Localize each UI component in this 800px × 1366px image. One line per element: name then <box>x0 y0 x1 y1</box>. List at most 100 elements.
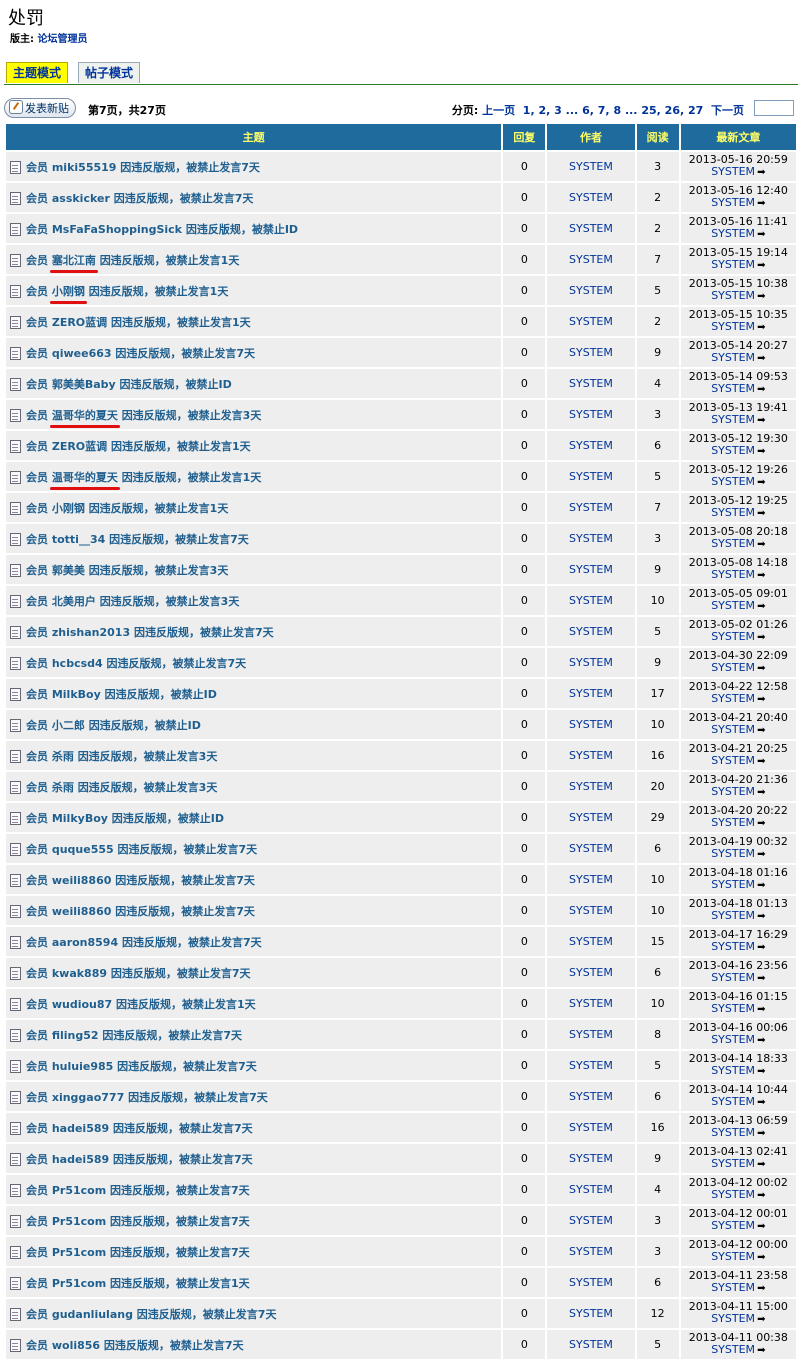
last-post-user[interactable]: SYSTEM <box>711 475 755 488</box>
page-link[interactable]: 6 <box>582 104 590 117</box>
topic-link[interactable]: 会员 Pr51com 因违反版规，被禁止发言7天 <box>26 1215 250 1228</box>
goto-last-post-icon[interactable]: ➡ <box>757 632 765 644</box>
topic-link[interactable]: 会员 Pr51com 因违反版规，被禁止发言1天 <box>26 1277 250 1290</box>
topic-link[interactable]: 会员 hadei589 因违反版规，被禁止发言7天 <box>26 1122 253 1135</box>
goto-last-post-icon[interactable]: ➡ <box>757 818 765 830</box>
goto-last-post-icon[interactable]: ➡ <box>757 663 765 675</box>
author-link[interactable]: SYSTEM <box>547 741 635 772</box>
topic-link[interactable]: 会员 MilkBoy 因违反版规，被禁止ID <box>26 688 217 701</box>
goto-last-post-icon[interactable]: ➡ <box>757 849 765 861</box>
new-post-button[interactable]: 发表新贴 <box>4 98 76 118</box>
last-post-user[interactable]: SYSTEM <box>711 1033 755 1046</box>
topic-link[interactable]: 会员 北美用户 因违反版规，被禁止发言3天 <box>26 595 239 608</box>
author-link[interactable]: SYSTEM <box>547 772 635 803</box>
author-link[interactable]: SYSTEM <box>547 1051 635 1082</box>
author-link[interactable]: SYSTEM <box>547 214 635 245</box>
goto-last-post-icon[interactable]: ➡ <box>757 911 765 923</box>
goto-last-post-icon[interactable]: ➡ <box>757 880 765 892</box>
topic-link[interactable]: 会员 温哥华的夏天 因违反版规，被禁止发言1天 <box>26 471 261 484</box>
topic-link[interactable]: 会员 woli856 因违反版规，被禁止发言7天 <box>26 1339 244 1352</box>
goto-last-post-icon[interactable]: ➡ <box>757 539 765 551</box>
author-link[interactable]: SYSTEM <box>547 679 635 710</box>
topic-link[interactable]: 会员 ZERO蓝调 因违反版规，被禁止发言1天 <box>26 316 251 329</box>
goto-last-post-icon[interactable]: ➡ <box>757 446 765 458</box>
author-link[interactable]: SYSTEM <box>547 276 635 307</box>
author-link[interactable]: SYSTEM <box>547 617 635 648</box>
last-post-user[interactable]: SYSTEM <box>711 1157 755 1170</box>
author-link[interactable]: SYSTEM <box>547 927 635 958</box>
goto-last-post-icon[interactable]: ➡ <box>757 260 765 272</box>
author-link[interactable]: SYSTEM <box>547 307 635 338</box>
last-post-user[interactable]: SYSTEM <box>711 971 755 984</box>
goto-last-post-icon[interactable]: ➡ <box>757 508 765 520</box>
tab-post-mode[interactable]: 帖子模式 <box>78 62 141 83</box>
topic-link[interactable]: 会员 Pr51com 因违反版规，被禁止发言7天 <box>26 1184 250 1197</box>
last-post-user[interactable]: SYSTEM <box>711 227 755 240</box>
goto-last-post-icon[interactable]: ➡ <box>757 756 765 768</box>
goto-last-post-icon[interactable]: ➡ <box>757 601 765 613</box>
last-post-user[interactable]: SYSTEM <box>711 382 755 395</box>
page-link[interactable]: 8 <box>613 104 621 117</box>
topic-link[interactable]: 会员 filing52 因违反版规，被禁止发言7天 <box>26 1029 242 1042</box>
next-page-link[interactable]: 下一页 <box>711 104 744 117</box>
goto-last-post-icon[interactable]: ➡ <box>757 1283 765 1295</box>
last-post-user[interactable]: SYSTEM <box>711 1219 755 1232</box>
topic-link[interactable]: 会员 totti__34 因违反版规，被禁止发言7天 <box>26 533 249 546</box>
topic-link[interactable]: 会员 wudiou87 因违反版规，被禁止发言1天 <box>26 998 256 1011</box>
last-post-user[interactable]: SYSTEM <box>711 1064 755 1077</box>
goto-last-post-icon[interactable]: ➡ <box>757 1190 765 1202</box>
page-link[interactable]: 25 <box>641 104 656 117</box>
author-link[interactable]: SYSTEM <box>547 989 635 1020</box>
prev-page-link[interactable]: 上一页 <box>482 104 515 117</box>
last-post-user[interactable]: SYSTEM <box>711 1250 755 1263</box>
last-post-user[interactable]: SYSTEM <box>711 692 755 705</box>
topic-link[interactable]: 会员 zhishan2013 因违反版规，被禁止发言7天 <box>26 626 274 639</box>
goto-last-post-icon[interactable]: ➡ <box>757 415 765 427</box>
topic-link[interactable]: 会员 MilkyBoy 因违反版规，被禁止ID <box>26 812 224 825</box>
goto-last-post-icon[interactable]: ➡ <box>757 942 765 954</box>
topic-link[interactable]: 会员 温哥华的夏天 因违反版规，被禁止发言3天 <box>26 409 261 422</box>
goto-last-post-icon[interactable]: ➡ <box>757 570 765 582</box>
author-link[interactable]: SYSTEM <box>547 431 635 462</box>
topic-link[interactable]: 会员 xinggao777 因违反版规，被禁止发言7天 <box>26 1091 268 1104</box>
author-link[interactable]: SYSTEM <box>547 462 635 493</box>
author-link[interactable]: SYSTEM <box>547 710 635 741</box>
goto-last-post-icon[interactable]: ➡ <box>757 1314 765 1326</box>
goto-last-post-icon[interactable]: ➡ <box>757 1097 765 1109</box>
author-link[interactable]: SYSTEM <box>547 1268 635 1299</box>
goto-last-post-icon[interactable]: ➡ <box>757 322 765 334</box>
last-post-user[interactable]: SYSTEM <box>711 785 755 798</box>
last-post-user[interactable]: SYSTEM <box>711 413 755 426</box>
goto-last-post-icon[interactable]: ➡ <box>757 1159 765 1171</box>
author-link[interactable]: SYSTEM <box>547 183 635 214</box>
last-post-user[interactable]: SYSTEM <box>711 258 755 271</box>
topic-link[interactable]: 会员 huluie985 因违反版规，被禁止发言7天 <box>26 1060 257 1073</box>
last-post-user[interactable]: SYSTEM <box>711 1002 755 1015</box>
topic-link[interactable]: 会员 gudanliulang 因违反版规，被禁止发言7天 <box>26 1308 276 1321</box>
author-link[interactable]: SYSTEM <box>547 1175 635 1206</box>
goto-last-post-icon[interactable]: ➡ <box>757 1004 765 1016</box>
goto-last-post-icon[interactable]: ➡ <box>757 1066 765 1078</box>
goto-last-post-icon[interactable]: ➡ <box>757 384 765 396</box>
last-post-user[interactable]: SYSTEM <box>711 599 755 612</box>
page-jump-input[interactable] <box>754 100 794 116</box>
goto-last-post-icon[interactable]: ➡ <box>757 291 765 303</box>
topic-link[interactable]: 会员 weili8860 因违反版规，被禁止发言7天 <box>26 905 255 918</box>
author-link[interactable]: SYSTEM <box>547 958 635 989</box>
topic-link[interactable]: 会员 MsFaFaShoppingSick 因违反版规，被禁止ID <box>26 223 298 236</box>
last-post-user[interactable]: SYSTEM <box>711 816 755 829</box>
last-post-user[interactable]: SYSTEM <box>711 506 755 519</box>
last-post-user[interactable]: SYSTEM <box>711 320 755 333</box>
topic-link[interactable]: 会员 weili8860 因违反版规，被禁止发言7天 <box>26 874 255 887</box>
topic-link[interactable]: 会员 miki55519 因违反版规，被禁止发言7天 <box>26 161 260 174</box>
topic-link[interactable]: 会员 qiwee663 因违反版规，被禁止发言7天 <box>26 347 255 360</box>
tab-topic-mode[interactable]: 主题模式 <box>6 62 69 83</box>
last-post-user[interactable]: SYSTEM <box>711 568 755 581</box>
author-link[interactable]: SYSTEM <box>547 1237 635 1268</box>
author-link[interactable]: SYSTEM <box>547 245 635 276</box>
last-post-user[interactable]: SYSTEM <box>711 1343 755 1356</box>
last-post-user[interactable]: SYSTEM <box>711 878 755 891</box>
topic-link[interactable]: 会员 Pr51com 因违反版规，被禁止发言7天 <box>26 1246 250 1259</box>
topic-link[interactable]: 会员 hadei589 因违反版规，被禁止发言7天 <box>26 1153 253 1166</box>
last-post-user[interactable]: SYSTEM <box>711 847 755 860</box>
